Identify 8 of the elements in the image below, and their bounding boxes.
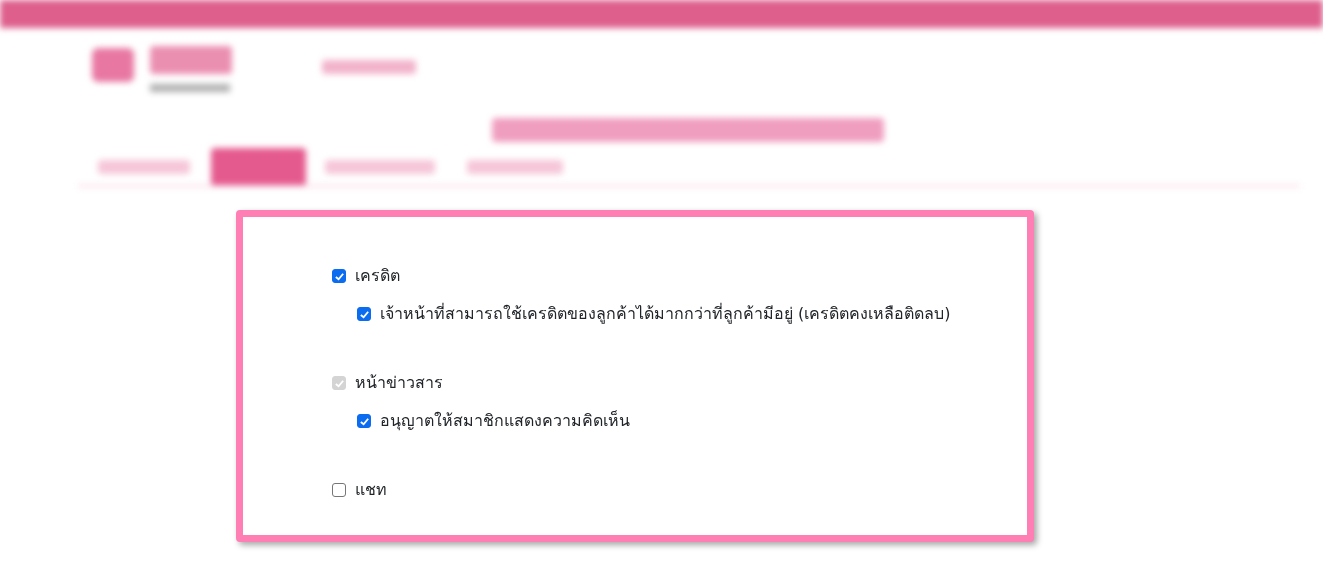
option-label: อนุญาตให้สมาชิกแสดงความคิดเห็น: [380, 410, 630, 432]
checkbox[interactable]: [332, 269, 346, 283]
setting-label: เครดิต: [355, 265, 400, 287]
setting-label: หน้าข่าวสาร: [355, 372, 443, 394]
checkbox[interactable]: [357, 307, 371, 321]
checkbox[interactable]: [332, 483, 346, 497]
setting-label: แชท: [355, 479, 387, 501]
option-label: เจ้าหน้าที่สามารถใช้เครดิตของลูกค้าได้มากกว่าที่ลูกค้ามีอยู่ (เครดิตคงเหลือติดลบ): [380, 303, 951, 325]
